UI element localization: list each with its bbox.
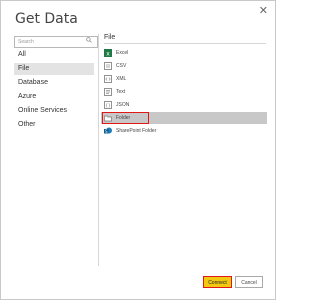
- item-label: XML: [116, 76, 127, 82]
- connect-button[interactable]: Connect: [203, 276, 232, 288]
- sharepoint-icon: S: [104, 127, 112, 134]
- list-item-excel[interactable]: x Excel: [101, 47, 267, 59]
- svg-text:S: S: [105, 129, 108, 134]
- csv-icon: [104, 62, 112, 70]
- category-database[interactable]: Database: [14, 77, 94, 89]
- category-file[interactable]: File: [14, 63, 94, 75]
- xml-icon: [104, 75, 112, 83]
- list-item-sharepoint-folder[interactable]: S SharePoint Folder: [101, 125, 267, 137]
- list-item-text[interactable]: Text: [101, 86, 267, 98]
- list-item-json[interactable]: {} JSON: [101, 99, 267, 111]
- connector-list: x Excel CSV XML Text {} JSON Folder S Sh…: [101, 47, 267, 138]
- item-label: JSON: [116, 102, 130, 108]
- svg-text:x: x: [106, 51, 110, 58]
- search-icon: [86, 37, 92, 43]
- text-icon: [104, 88, 112, 96]
- item-label: Text: [116, 89, 126, 95]
- category-list: All File Database Azure Online Services …: [14, 49, 94, 133]
- section-divider: [104, 43, 266, 44]
- folder-icon: [104, 115, 112, 122]
- category-all[interactable]: All: [14, 49, 94, 61]
- cancel-button[interactable]: Cancel: [235, 276, 263, 288]
- list-item-folder[interactable]: Folder: [101, 112, 267, 124]
- category-other[interactable]: Other: [14, 119, 94, 131]
- category-azure[interactable]: Azure: [14, 91, 94, 103]
- excel-icon: x: [104, 49, 112, 57]
- section-title: File: [104, 34, 116, 41]
- close-icon[interactable]: ✕: [259, 5, 268, 16]
- item-label: SharePoint Folder: [116, 128, 157, 134]
- item-label: Folder: [116, 115, 131, 121]
- item-label: Excel: [116, 50, 129, 56]
- list-item-xml[interactable]: XML: [101, 73, 267, 85]
- list-item-csv[interactable]: CSV: [101, 60, 267, 72]
- category-online-services[interactable]: Online Services: [14, 105, 94, 117]
- item-label: CSV: [116, 63, 127, 69]
- get-data-dialog: Get Data ✕ Search All File Database Azur…: [0, 0, 276, 300]
- divider: [98, 34, 99, 266]
- dialog-title: Get Data: [15, 11, 78, 27]
- json-icon: {}: [104, 101, 112, 109]
- svg-text:{}: {}: [105, 103, 111, 109]
